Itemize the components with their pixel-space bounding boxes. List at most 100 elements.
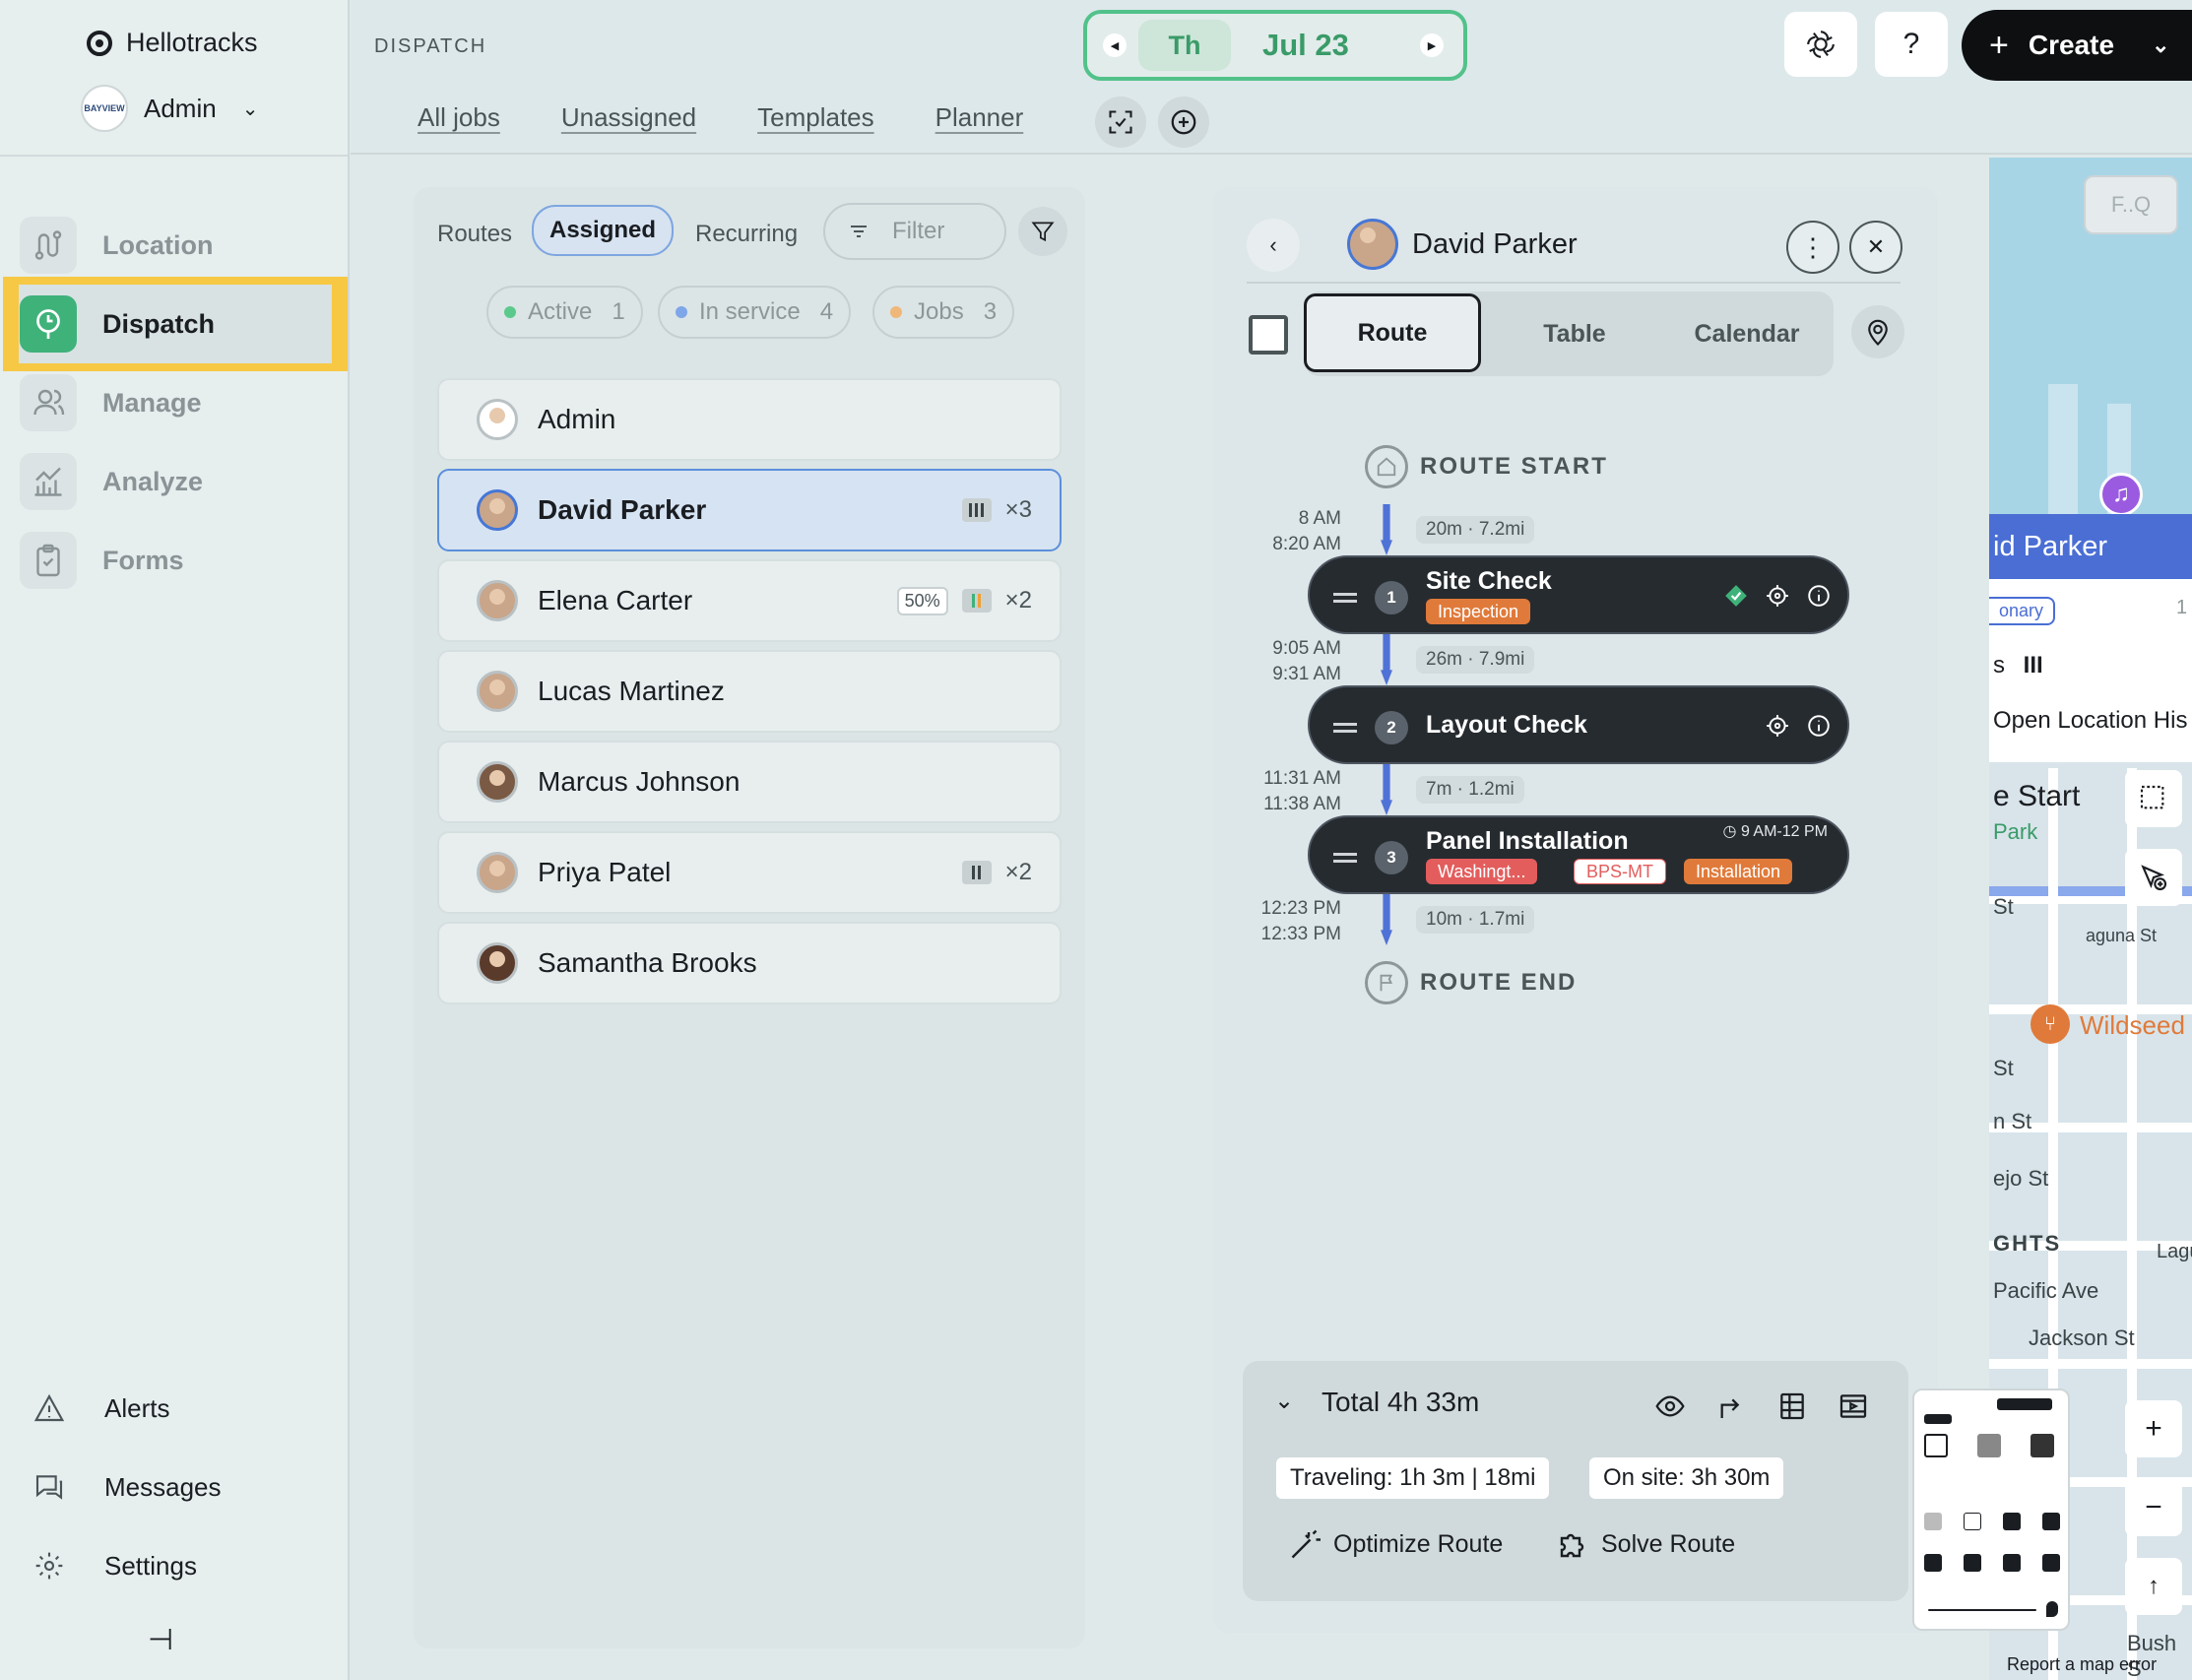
tab-table[interactable]: Table xyxy=(1491,291,1658,376)
tab-unassigned[interactable]: Unassigned xyxy=(561,102,696,133)
pin-sidebar-icon[interactable]: ⊣ xyxy=(148,1623,173,1657)
person-row-samantha-brooks[interactable]: Samantha Brooks xyxy=(437,922,1062,1004)
map-layers-panel[interactable] xyxy=(1912,1389,2070,1631)
sidebar-item-location[interactable]: Location xyxy=(20,213,335,278)
avatar xyxy=(477,942,518,984)
create-button[interactable]: + Create ⌄ xyxy=(1962,10,2192,81)
sidebar-item-label: Manage xyxy=(102,387,202,418)
optimize-route-button[interactable]: Optimize Route xyxy=(1288,1526,1503,1562)
directions-icon[interactable] xyxy=(1715,1390,1747,1422)
info-icon[interactable] xyxy=(1806,713,1832,739)
map-label: Pacific Ave xyxy=(1993,1278,2099,1303)
tab-calendar[interactable]: Calendar xyxy=(1658,291,1836,376)
more-options-button[interactable]: ⋮ xyxy=(1786,221,1839,274)
arrive-time: 12:33 PM xyxy=(1260,924,1341,944)
drag-handle-icon[interactable] xyxy=(1333,723,1357,726)
segment-recurring[interactable]: Recurring xyxy=(695,221,798,248)
eye-icon[interactable] xyxy=(1654,1390,1686,1422)
scan-button[interactable] xyxy=(1095,97,1146,148)
stop-card-site-check[interactable]: 1 Site Check Inspection xyxy=(1308,555,1849,634)
segment-assigned[interactable]: Assigned xyxy=(532,205,675,256)
sidebar-item-alerts[interactable]: Alerts xyxy=(33,1392,169,1424)
solve-label: Solve Route xyxy=(1601,1529,1736,1558)
sidebar-item-manage[interactable]: Manage xyxy=(20,370,335,435)
map-search-input[interactable]: F..Q xyxy=(2084,175,2178,234)
sidebar-item-dispatch[interactable]: Dispatch xyxy=(3,277,348,371)
funnel-filter-button[interactable] xyxy=(1018,207,1067,256)
ai-assistant-button[interactable] xyxy=(1784,12,1857,77)
depart-time: 12:23 PM xyxy=(1260,898,1341,919)
stop-number: 3 xyxy=(1375,841,1408,874)
drag-handle-icon[interactable] xyxy=(1333,853,1357,856)
route-start-label: ROUTE START xyxy=(1420,453,1608,480)
person-row-admin[interactable]: Admin xyxy=(437,378,1062,461)
route-detail-panel: ‹ David Parker ⋮ ✕ Route Table Calendar … xyxy=(1213,187,1938,1633)
sidebar-item-forms[interactable]: Forms xyxy=(20,528,335,593)
person-row-elena-carter[interactable]: Elena Carter 50% ×2 xyxy=(437,559,1062,642)
sidebar-item-label: Settings xyxy=(104,1550,197,1581)
date-label[interactable]: Jul 23 xyxy=(1262,28,1349,63)
open-location-history-link[interactable]: Open Location His xyxy=(1993,707,2187,735)
stop-tools xyxy=(1765,713,1832,739)
map-add-point-button[interactable] xyxy=(2125,849,2182,906)
status-dot xyxy=(504,306,516,318)
back-button[interactable]: ‹ xyxy=(1247,219,1300,272)
arrive-time: 9:31 AM xyxy=(1272,664,1341,684)
sidebar-item-settings[interactable]: Settings xyxy=(33,1550,197,1582)
map-pin-button[interactable] xyxy=(1851,305,1904,358)
users-icon xyxy=(20,374,77,431)
stop-card-layout-check[interactable]: 2 Layout Check xyxy=(1308,685,1849,764)
person-row-priya-patel[interactable]: Priya Patel ×2 xyxy=(437,831,1062,914)
segment-routes[interactable]: Routes xyxy=(437,221,512,248)
next-day-button[interactable]: ▶ xyxy=(1420,33,1444,57)
locate-icon[interactable] xyxy=(1765,583,1790,609)
chevron-down-icon[interactable]: ⌄ xyxy=(1274,1387,1294,1415)
map-select-area-button[interactable] xyxy=(2125,770,2182,827)
day-label[interactable]: Th xyxy=(1138,20,1231,71)
report-map-error-link[interactable]: Report a map error xyxy=(2007,1654,2157,1675)
person-stats: ×2 xyxy=(961,859,1032,886)
select-all-checkbox[interactable] xyxy=(1249,315,1288,355)
map-person-card[interactable]: id Parker onary 1 s III Open Location Hi… xyxy=(1989,514,2192,762)
add-tab-button[interactable] xyxy=(1158,97,1209,148)
sidebar-item-label: Forms xyxy=(102,545,184,575)
tab-all-jobs[interactable]: All jobs xyxy=(418,102,500,133)
prev-day-button[interactable]: ◀ xyxy=(1103,33,1127,57)
chip-in-service[interactable]: In service 4 xyxy=(658,286,852,339)
tab-planner[interactable]: Planner xyxy=(935,102,1024,133)
chip-active[interactable]: Active 1 xyxy=(486,286,643,339)
zoom-out-button[interactable]: − xyxy=(2125,1479,2182,1536)
tab-templates[interactable]: Templates xyxy=(757,102,874,133)
create-label: Create xyxy=(2028,30,2115,60)
person-row-lucas-martinez[interactable]: Lucas Martinez xyxy=(437,650,1062,733)
total-time: Total 4h 33m xyxy=(1322,1387,1480,1417)
film-icon[interactable] xyxy=(1837,1390,1869,1422)
person-name: Priya Patel xyxy=(538,857,672,887)
drag-handle-icon[interactable] xyxy=(1333,593,1357,596)
locate-icon[interactable] xyxy=(1765,713,1790,739)
info-icon[interactable] xyxy=(1806,583,1832,609)
map-label: St xyxy=(1993,894,2014,919)
zoom-in-button[interactable]: + xyxy=(2125,1400,2182,1457)
chip-jobs[interactable]: Jobs 3 xyxy=(872,286,1015,339)
close-button[interactable]: ✕ xyxy=(1849,221,1902,274)
spreadsheet-icon[interactable] xyxy=(1776,1390,1808,1422)
map-label: Jackson St xyxy=(2029,1325,2135,1350)
reset-north-button[interactable]: ↑ xyxy=(2125,1558,2182,1615)
brand[interactable]: Hellotracks xyxy=(87,28,258,58)
music-venue-icon[interactable]: ♫ xyxy=(2099,473,2143,516)
person-row-david-parker[interactable]: David Parker ×3 xyxy=(437,469,1062,551)
solve-route-button[interactable]: Solve Route xyxy=(1556,1526,1735,1562)
person-row-marcus-johnson[interactable]: Marcus Johnson xyxy=(437,741,1062,823)
filter-input[interactable]: Filter xyxy=(823,203,1006,260)
sidebar-item-messages[interactable]: Messages xyxy=(33,1471,222,1503)
tab-route[interactable]: Route xyxy=(1304,293,1481,372)
stop-card-panel-installation[interactable]: 3 Panel Installation ◷ 9 AM-12 PM Washin… xyxy=(1308,815,1849,894)
restaurant-icon[interactable]: ⑂ xyxy=(2031,1004,2070,1044)
account-switcher[interactable]: BAYVIEW Admin ⌄ xyxy=(81,85,258,132)
person-name: Admin xyxy=(538,404,616,434)
sidebar-item-analyze[interactable]: Analyze xyxy=(20,449,335,514)
help-button[interactable]: ? xyxy=(1875,12,1948,77)
flag-icon xyxy=(1365,961,1408,1004)
chevron-down-icon: ⌄ xyxy=(2152,32,2170,57)
